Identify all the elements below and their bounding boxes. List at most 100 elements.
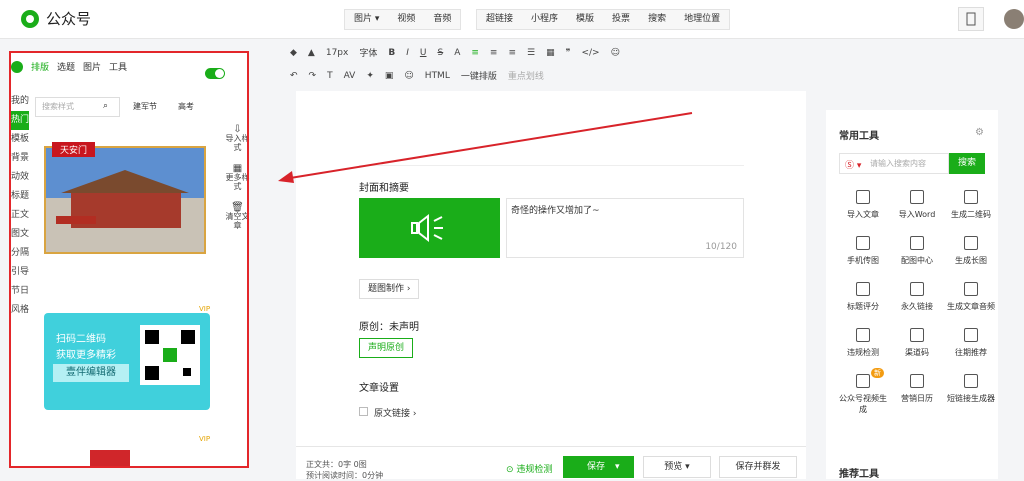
insert-miniprogram-button[interactable]: 小程序 [522, 10, 567, 29]
line-height-icon[interactable]: T [327, 71, 333, 81]
font-family-select[interactable]: 字体 [359, 46, 377, 59]
word-icon [910, 190, 924, 204]
underline-button[interactable]: U [420, 48, 427, 58]
emoji-icon[interactable]: ☺ [611, 48, 620, 58]
code-icon[interactable]: </> [581, 48, 599, 58]
highlight-box [9, 51, 249, 468]
insert-audio-button[interactable]: 音频 [424, 10, 460, 29]
insert-vote-button[interactable]: 投票 [603, 10, 639, 29]
original-link-checkbox[interactable] [359, 407, 368, 416]
original-link-label[interactable]: 原文链接 › [374, 406, 416, 419]
letter-spacing-icon[interactable]: AV [344, 71, 356, 81]
declare-original-button[interactable]: 声明原创 [359, 338, 414, 358]
long-image-icon [964, 236, 978, 250]
tool-marketing-calendar[interactable]: 营销日历 [890, 374, 944, 415]
tool-channel-code[interactable]: 渠道码 [890, 328, 944, 358]
quote-icon[interactable]: ❞ [566, 48, 571, 58]
phone-preview-button[interactable] [958, 7, 984, 31]
format-row-1: ◆ ▲ 17px 字体 B I U S A ≡ ≡ ≡ ☰ ▦ ❞ </> ☺ [290, 46, 620, 60]
word-count: 正文共：0字 0图 [306, 460, 367, 469]
read-time: 预计阅读时间：0分钟 [306, 471, 384, 480]
align-left-icon[interactable]: ≡ [471, 48, 479, 58]
summary-count: 10/120 [705, 242, 737, 252]
avatar[interactable] [1004, 9, 1024, 29]
short-link-icon [964, 374, 978, 388]
tool-permalink[interactable]: 永久链接 [890, 282, 944, 312]
summary-text: 奇怪的操作又增加了~ [511, 206, 600, 216]
calendar-icon [910, 374, 924, 388]
insert-group-other: 超链接 小程序 模版 投票 搜索 地理位置 [476, 9, 731, 30]
image-tool-icon[interactable]: ▣ [385, 71, 394, 81]
search-engine-icon[interactable]: Ⓢ ▾ [845, 158, 861, 171]
gear-icon[interactable]: ⚙ [975, 127, 984, 138]
highlight-button[interactable]: 重点划线 [508, 69, 544, 82]
insert-template-button[interactable]: 模版 [567, 10, 603, 29]
tools-search-button[interactable]: 搜索 [949, 153, 985, 174]
phone-upload-icon [856, 236, 870, 250]
title-score-icon [856, 282, 870, 296]
original-status: 原创：未声明 [359, 322, 419, 333]
strike-button[interactable]: S [437, 48, 443, 58]
tool-qrcode[interactable]: 生成二维码 [944, 190, 998, 220]
bold-button[interactable]: B [388, 48, 395, 58]
channel-code-icon [910, 328, 924, 342]
app-logo: 公众号 [20, 8, 91, 29]
insert-group-media: 图片 ▾ 视频 音频 [344, 9, 462, 30]
violation-check-button[interactable]: ⊙ 违规检测 [506, 462, 552, 475]
article-settings-title: 文章设置 [359, 383, 399, 394]
audio-icon [964, 282, 978, 296]
undo-icon[interactable]: ↶ [290, 71, 298, 81]
thumbs-up-icon [964, 328, 978, 342]
tool-import-article[interactable]: 导入文章 [836, 190, 890, 220]
link-icon [910, 282, 924, 296]
format-row-2: ↶ ↷ T AV ✦ ▣ ☺ HTML 一键排版 重点划线 [290, 69, 544, 83]
phone-icon [966, 12, 976, 26]
cover-image[interactable] [359, 198, 500, 258]
wechat-logo-icon [21, 9, 39, 28]
tool-violation-check[interactable]: 违规检测 [836, 328, 890, 358]
font-size-select[interactable]: 17px [326, 48, 349, 58]
tool-import-word[interactable]: 导入Word [890, 190, 944, 220]
save-button[interactable]: 保存 ▾ [563, 456, 634, 478]
align-right-icon[interactable]: ≡ [508, 48, 516, 58]
cover-make-button[interactable]: 题图制作 › [359, 279, 420, 299]
insert-search-button[interactable]: 搜索 [639, 10, 675, 29]
recommend-title: 推荐工具 [839, 469, 879, 480]
italic-button[interactable]: I [406, 48, 409, 58]
magic-icon[interactable]: ✦ [366, 71, 374, 81]
preview-button[interactable]: 预览 ▾ [643, 456, 711, 478]
insert-image-button[interactable]: 图片 ▾ [345, 10, 388, 29]
insert-location-button[interactable]: 地理位置 [675, 10, 729, 29]
tools-title: 常用工具 [839, 131, 879, 142]
font-color-button[interactable]: A [454, 48, 460, 58]
onekey-format-button[interactable]: 一键排版 [461, 69, 497, 82]
tool-short-link[interactable]: 短链接生成器 [944, 374, 998, 415]
html-icon[interactable]: HTML [425, 71, 450, 81]
tool-long-image[interactable]: 生成长图 [944, 236, 998, 266]
tool-article-audio[interactable]: 生成文章音频 [944, 282, 998, 312]
new-badge: 新 [871, 368, 884, 378]
qrcode-icon [964, 190, 978, 204]
table-icon[interactable]: ▦ [546, 48, 555, 58]
import-icon [856, 190, 870, 204]
insert-video-button[interactable]: 视频 [388, 10, 424, 29]
video-icon [856, 374, 870, 388]
tool-phone-upload[interactable]: 手机传图 [836, 236, 890, 266]
image-center-icon [910, 236, 924, 250]
annotation-arrow-icon [278, 112, 693, 183]
format-brush-icon[interactable]: ◆ [290, 48, 297, 58]
emoji-2-icon[interactable]: ☺ [404, 71, 413, 81]
align-center-icon[interactable]: ≡ [490, 48, 498, 58]
tool-video-gen[interactable]: 公众号视频生成新 [836, 368, 890, 415]
save-send-button[interactable]: 保存并群发 [719, 456, 797, 478]
clear-format-icon[interactable]: ▲ [308, 48, 315, 58]
tool-image-center[interactable]: 配图中心 [890, 236, 944, 266]
summary-input[interactable]: 奇怪的操作又增加了~ 10/120 [506, 198, 744, 258]
redo-icon[interactable]: ↷ [309, 71, 317, 81]
tool-title-score[interactable]: 标题评分 [836, 282, 890, 312]
app-title: 公众号 [46, 10, 92, 28]
list-icon[interactable]: ☰ [527, 48, 535, 58]
tool-past-recommend[interactable]: 往期推荐 [944, 328, 998, 358]
format-toolbar: ◆ ▲ 17px 字体 B I U S A ≡ ≡ ≡ ☰ ▦ ❞ </> ☺ … [250, 39, 1024, 91]
insert-link-button[interactable]: 超链接 [477, 10, 522, 29]
